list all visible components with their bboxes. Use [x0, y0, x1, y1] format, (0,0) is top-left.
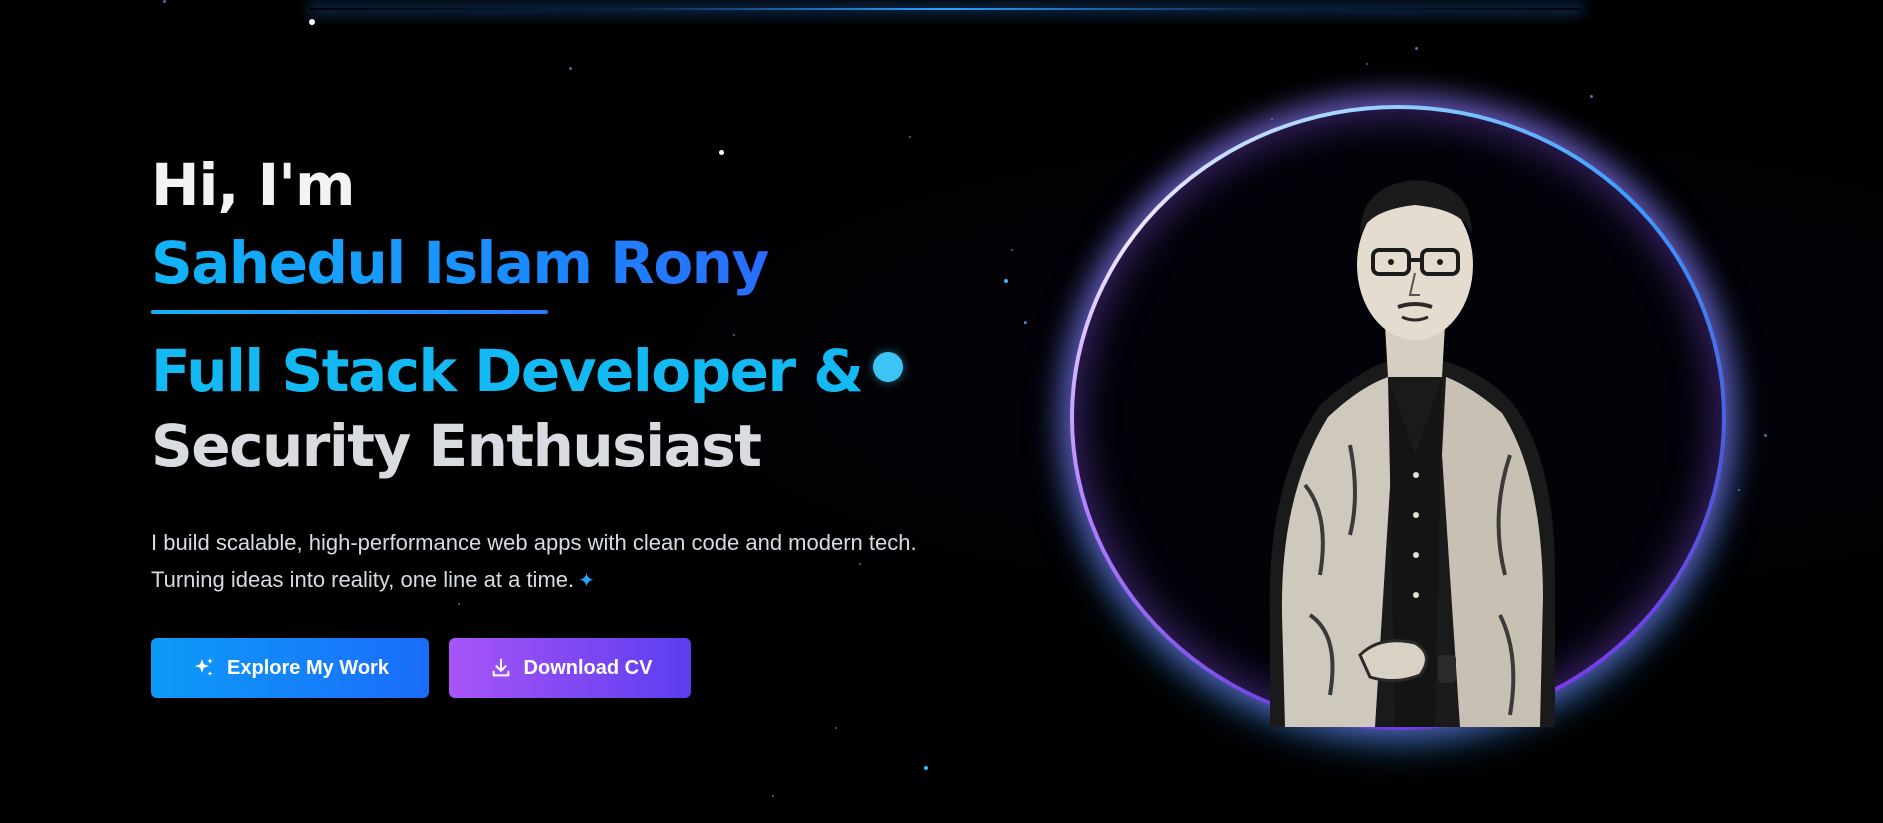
star — [1011, 249, 1013, 251]
profile-portrait-image — [1269, 180, 1555, 727]
star — [1764, 434, 1767, 437]
star — [1738, 489, 1740, 491]
download-cv-label: Download CV — [523, 656, 653, 679]
star — [309, 19, 315, 25]
star — [458, 603, 460, 605]
explore-my-work-label: Explore My Work — [227, 656, 389, 679]
star — [1024, 322, 1026, 324]
star — [719, 150, 724, 155]
download-icon — [488, 655, 514, 681]
star — [1366, 63, 1368, 65]
sparkles-icon — [191, 655, 217, 681]
star — [909, 136, 911, 138]
name-underline — [151, 310, 548, 314]
tagline: I build scalable, high-performance web a… — [151, 524, 971, 600]
top-glow-line — [310, 8, 1580, 10]
explore-my-work-button[interactable]: Explore My Work — [151, 638, 429, 698]
name-heading: Sahedul Islam Rony — [151, 229, 769, 297]
profile-portrait-frame — [1070, 105, 1726, 730]
typing-cursor-dot — [873, 352, 903, 382]
star — [1590, 95, 1593, 98]
star — [924, 766, 928, 770]
tagline-line-2: Turning ideas into reality, one line at … — [151, 567, 575, 592]
role-title-line-2: Security Enthusiast — [151, 412, 762, 480]
star — [772, 795, 774, 797]
star — [163, 0, 166, 3]
greeting-heading: Hi, I'm — [151, 151, 355, 219]
sparkle-icon: ✦ — [578, 570, 595, 592]
role-title-line-1: Full Stack Developer & — [151, 337, 864, 405]
tagline-line-1: I build scalable, high-performance web a… — [151, 530, 917, 555]
star — [835, 727, 837, 729]
star — [1415, 47, 1418, 50]
star — [1004, 279, 1008, 283]
tagline-line-2-wrap: Turning ideas into reality, one line at … — [151, 561, 971, 600]
download-cv-button[interactable]: Download CV — [449, 638, 691, 698]
hero-section: Hi, I'm Sahedul Islam Rony Full Stack De… — [0, 0, 1883, 823]
star — [569, 67, 572, 70]
